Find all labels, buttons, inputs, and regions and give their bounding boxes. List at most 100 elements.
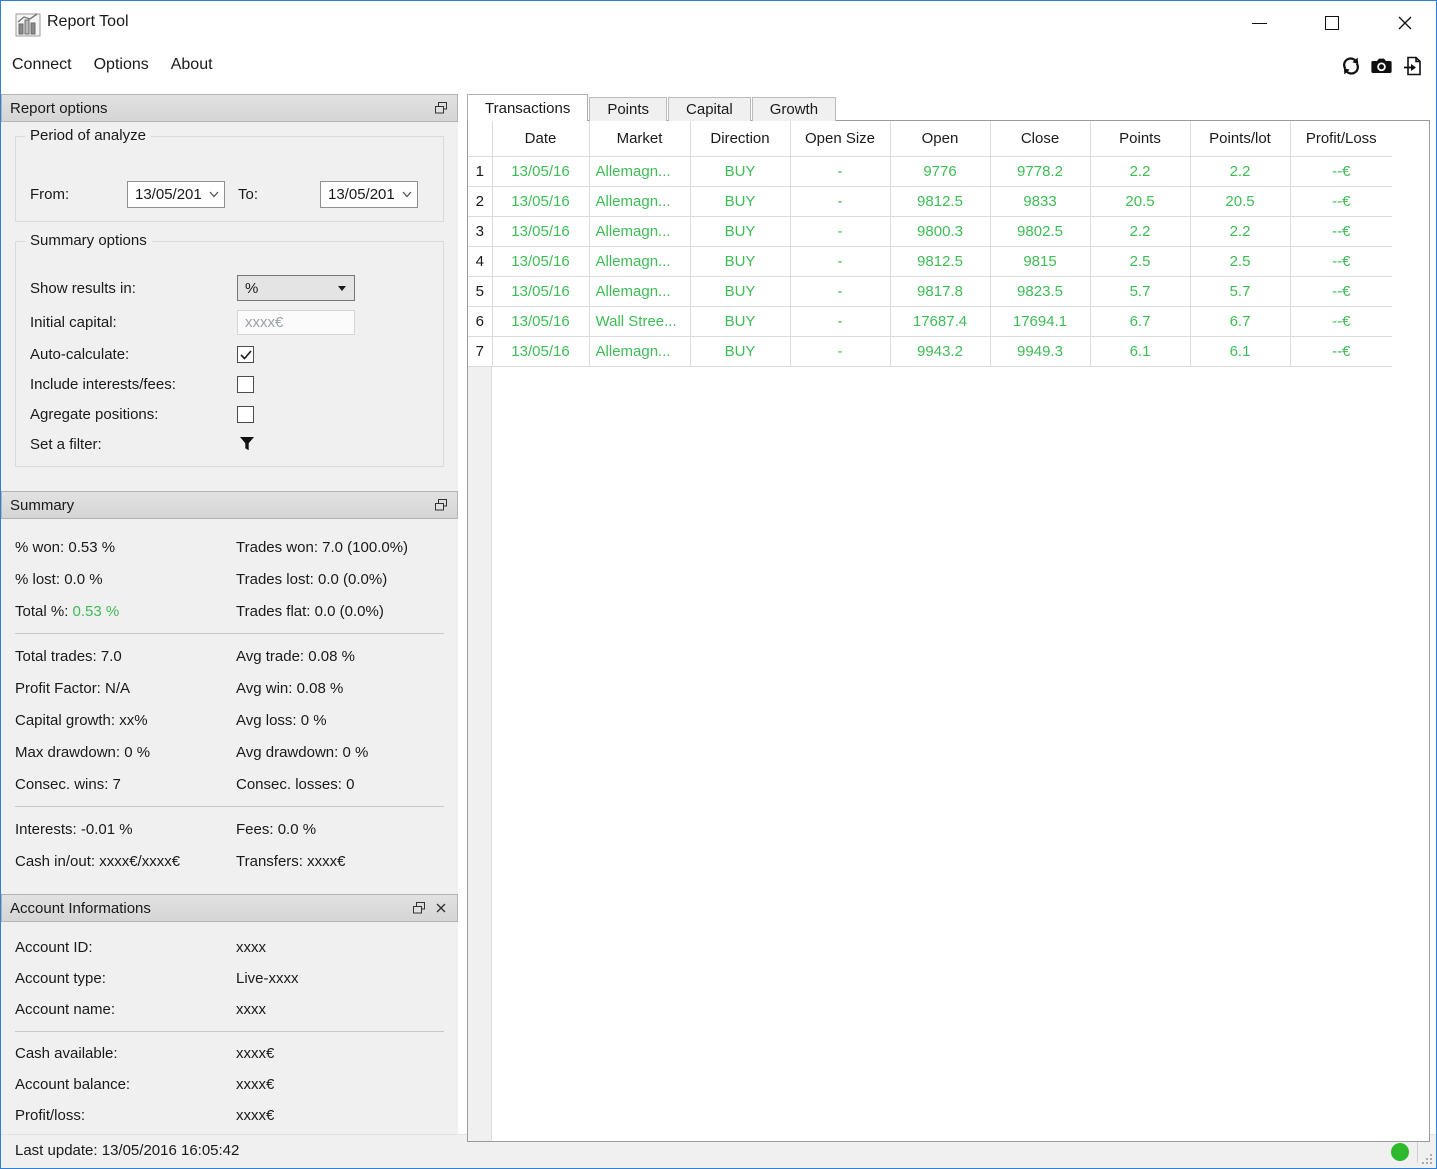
- table-header-cell[interactable]: Profit/Loss: [1290, 121, 1392, 156]
- tab[interactable]: Points: [589, 97, 667, 121]
- table-header-cell[interactable]: Points: [1090, 121, 1190, 156]
- date-cell: 13/05/16: [492, 276, 589, 306]
- table-row[interactable]: 7 13/05/16 Allemagn... BUY - 9943.2 9949…: [468, 336, 1392, 366]
- maximize-button[interactable]: [1312, 7, 1352, 39]
- market-cell: Wall Stree...: [589, 306, 690, 336]
- market-cell: Allemagn...: [589, 156, 690, 186]
- from-date-select[interactable]: 13/05/201: [127, 181, 225, 208]
- summary-stat-row: Consec. wins: 7 Consec. losses: 0: [15, 768, 444, 800]
- include-fees-checkbox[interactable]: [237, 376, 254, 393]
- export-file-icon[interactable]: [1401, 54, 1424, 77]
- refresh-icon[interactable]: [1339, 54, 1362, 77]
- menu-item-connect[interactable]: Connect: [1, 52, 83, 78]
- camera-icon[interactable]: [1370, 54, 1393, 77]
- date-cell: 13/05/16: [492, 156, 589, 186]
- titlebar: Report Tool: [1, 1, 1436, 46]
- auto-calculate-checkbox[interactable]: [237, 346, 254, 363]
- resize-grip[interactable]: [1420, 1152, 1433, 1165]
- row-number-cell: 3: [468, 216, 492, 246]
- close-panel-icon[interactable]: [433, 900, 449, 916]
- checkmark-icon: [240, 350, 252, 360]
- summary-options-groupbox: Summary options Show results in: % Initi…: [15, 241, 444, 467]
- date-cell: 13/05/16: [492, 246, 589, 276]
- table-header-cell[interactable]: Points/lot: [1190, 121, 1290, 156]
- table-header-cell[interactable]: Date: [492, 121, 589, 156]
- to-date-select[interactable]: 13/05/201: [320, 181, 418, 208]
- summary-stat-row: Total trades: 7.0 Avg trade: 0.08 %: [15, 640, 444, 672]
- close-cell: 9802.5: [990, 216, 1090, 246]
- points-lot-cell: 5.7: [1190, 276, 1290, 306]
- view-tabs: Transactions Points Capital Growth: [467, 94, 837, 121]
- table-header-cell[interactable]: Close: [990, 121, 1090, 156]
- direction-cell: BUY: [690, 186, 790, 216]
- float-panel-icon[interactable]: [433, 100, 449, 116]
- summary-stat-row: Capital growth: xx% Avg loss: 0 %: [15, 704, 444, 736]
- row-header-gutter: [468, 367, 492, 1141]
- open-cell: 9812.5: [890, 246, 990, 276]
- account-header[interactable]: Account Informations: [1, 894, 458, 922]
- table-header-cell[interactable]: Open: [890, 121, 990, 156]
- summary-body: % won: 0.53 % Trades won: 7.0 (100.0%) %…: [1, 519, 458, 894]
- float-panel-icon[interactable]: [433, 497, 449, 513]
- table-row[interactable]: 1 13/05/16 Allemagn... BUY - 9776 9778.2…: [468, 156, 1392, 186]
- report-options-header[interactable]: Report options: [1, 94, 458, 122]
- to-label: To:: [225, 186, 320, 203]
- table-header-cell[interactable]: Open Size: [790, 121, 890, 156]
- menu-item-options[interactable]: Options: [83, 52, 160, 78]
- show-results-label: Show results in:: [30, 280, 237, 297]
- account-row: Account balance: xxxx€: [15, 1069, 444, 1100]
- points-cell: 5.7: [1090, 276, 1190, 306]
- account-info-group: Account ID: xxxx Account type: Live-xxxx…: [15, 932, 444, 1025]
- table-row[interactable]: 3 13/05/16 Allemagn... BUY - 9800.3 9802…: [468, 216, 1392, 246]
- period-group-title: Period of analyze: [25, 127, 151, 144]
- table-header-cell[interactable]: Direction: [690, 121, 790, 156]
- table-row[interactable]: 2 13/05/16 Allemagn... BUY - 9812.5 9833…: [468, 186, 1392, 216]
- table-row[interactable]: 4 13/05/16 Allemagn... BUY - 9812.5 9815…: [468, 246, 1392, 276]
- period-groupbox: Period of analyze From: 13/05/201 To: 13…: [15, 136, 444, 222]
- market-cell: Allemagn...: [589, 336, 690, 366]
- market-cell: Allemagn...: [589, 246, 690, 276]
- summary-options-title: Summary options: [25, 232, 152, 249]
- open-cell: 9943.2: [890, 336, 990, 366]
- aggregate-positions-checkbox[interactable]: [237, 406, 254, 423]
- row-number-cell: 2: [468, 186, 492, 216]
- table-header-row: DateMarketDirectionOpen SizeOpenClosePoi…: [468, 121, 1392, 156]
- app-chart-icon: [14, 10, 42, 38]
- table-row[interactable]: 6 13/05/16 Wall Stree... BUY - 17687.4 1…: [468, 306, 1392, 336]
- show-results-select[interactable]: %: [237, 275, 355, 301]
- close-button[interactable]: [1385, 7, 1425, 39]
- open-cell: 9776: [890, 156, 990, 186]
- status-separator: [1417, 1141, 1418, 1163]
- summary-stat-row: % lost: 0.0 % Trades lost: 0.0 (0.0%): [15, 563, 444, 595]
- tab[interactable]: Transactions: [467, 94, 588, 121]
- points-cell: 2.2: [1090, 156, 1190, 186]
- initial-capital-input[interactable]: [237, 310, 355, 335]
- from-date-value: 13/05/201: [135, 186, 202, 203]
- account-cash-group: Cash available: xxxx€ Account balance: x…: [15, 1038, 444, 1131]
- row-number-cell: 1: [468, 156, 492, 186]
- profit-loss-cell: --€: [1290, 276, 1392, 306]
- table-header-cell[interactable]: [468, 121, 492, 156]
- filter-icon[interactable]: [239, 436, 255, 452]
- minimize-button[interactable]: [1239, 7, 1279, 39]
- table-header-cell[interactable]: Market: [589, 121, 690, 156]
- set-filter-label: Set a filter:: [30, 436, 237, 453]
- divider: [15, 1031, 444, 1032]
- row-number-cell: 4: [468, 246, 492, 276]
- summary-title: Summary: [10, 497, 74, 514]
- account-row: Account type: Live-xxxx: [15, 963, 444, 994]
- account-row: Profit/loss: xxxx€: [15, 1100, 444, 1131]
- float-panel-icon[interactable]: [411, 900, 427, 916]
- tab[interactable]: Growth: [752, 97, 836, 121]
- initial-capital-label: Initial capital:: [30, 314, 237, 331]
- table-row[interactable]: 5 13/05/16 Allemagn... BUY - 9817.8 9823…: [468, 276, 1392, 306]
- open-size-cell: -: [790, 156, 890, 186]
- summary-stats-group-a: % won: 0.53 % Trades won: 7.0 (100.0%) %…: [15, 531, 444, 627]
- tab[interactable]: Capital: [668, 97, 751, 121]
- menu-item-about[interactable]: About: [160, 52, 224, 78]
- open-size-cell: -: [790, 336, 890, 366]
- date-cell: 13/05/16: [492, 216, 589, 246]
- market-cell: Allemagn...: [589, 216, 690, 246]
- from-label: From:: [30, 186, 127, 203]
- summary-header[interactable]: Summary: [1, 491, 458, 519]
